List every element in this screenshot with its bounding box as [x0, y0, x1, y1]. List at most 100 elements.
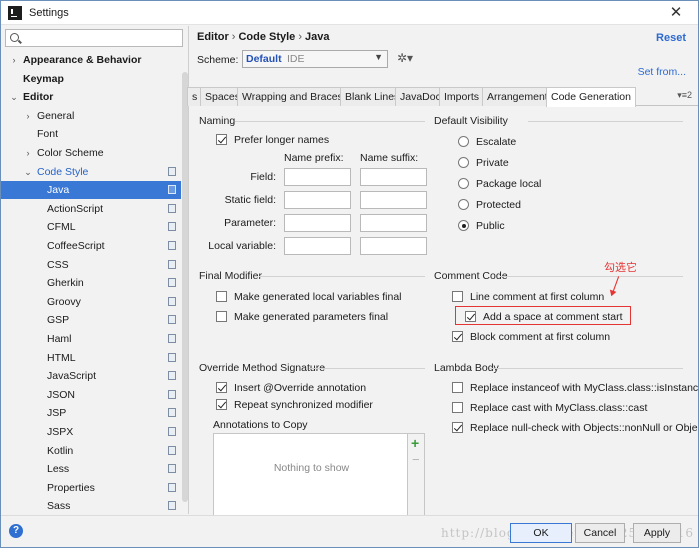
- set-from-link[interactable]: Set from...: [638, 66, 686, 78]
- sidebar-item-label: Editor: [23, 91, 54, 104]
- checkbox-box: [216, 382, 227, 393]
- ok-button[interactable]: OK: [510, 523, 572, 543]
- sidebar-item-jspx[interactable]: JSPX: [1, 423, 181, 441]
- search-input[interactable]: [24, 31, 180, 45]
- comment-code-section-title: Comment Code: [434, 270, 682, 282]
- tabs-overflow-icon[interactable]: ▾≡2: [677, 90, 692, 101]
- sidebar-item-html[interactable]: HTML: [1, 349, 181, 367]
- scheme-label: Scheme:: [197, 54, 239, 66]
- final-modifier-section-title: Final Modifier: [199, 270, 426, 282]
- sidebar-item-jsp[interactable]: JSP: [1, 404, 181, 422]
- sidebar-scrollbar[interactable]: [182, 72, 188, 502]
- sidebar-item-label: CoffeeScript: [47, 240, 105, 252]
- sidebar-item-groovy[interactable]: Groovy: [1, 293, 181, 311]
- chevron-right-icon[interactable]: ›: [23, 107, 33, 125]
- sidebar-item-label: ActionScript: [47, 202, 104, 215]
- naming-section-title: Naming: [199, 115, 427, 127]
- search-box[interactable]: [5, 29, 183, 47]
- reset-link[interactable]: Reset: [656, 32, 686, 44]
- field-prefix-input[interactable]: [284, 168, 351, 186]
- tab-imports[interactable]: Imports: [439, 87, 485, 106]
- chevron-right-icon[interactable]: ›: [23, 144, 33, 162]
- sidebar-item-label: Kotlin: [47, 444, 74, 457]
- sidebar-item-javascript[interactable]: JavaScript: [1, 367, 181, 385]
- apply-button[interactable]: Apply: [633, 523, 681, 543]
- breadcrumb: Editor › Code Style › Java: [197, 31, 329, 43]
- checkbox-box: [452, 382, 463, 393]
- close-icon[interactable]: ✕: [668, 3, 684, 21]
- sidebar-item-kotlin[interactable]: Kotlin: [1, 442, 181, 460]
- sidebar-item-cfml[interactable]: CFML: [1, 218, 181, 236]
- scheme-name: Default: [246, 53, 282, 65]
- tab-arrangement[interactable]: Arrangement: [482, 87, 553, 106]
- sidebar-item-sass[interactable]: Sass: [1, 497, 181, 515]
- annotations-list[interactable]: Nothing to show: [213, 433, 408, 518]
- annotations-toolbar: + −: [408, 433, 425, 518]
- parameter-prefix-input[interactable]: [284, 214, 351, 232]
- name-suffix-header: Name suffix:: [360, 152, 419, 164]
- cancel-button[interactable]: Cancel: [575, 523, 625, 543]
- checkbox-label: Insert @Override annotation: [234, 382, 367, 394]
- sidebar-item-appearance-behavior[interactable]: › Appearance & Behavior: [1, 51, 181, 69]
- chevron-down-icon[interactable]: ⌄: [9, 88, 19, 106]
- checkbox-box: [216, 134, 227, 145]
- project-copy-icon: [168, 313, 179, 325]
- intellij-logo-icon: [8, 6, 22, 20]
- sidebar-item-haml[interactable]: Haml: [1, 330, 181, 348]
- add-icon[interactable]: +: [411, 435, 419, 451]
- checkbox-box: [452, 291, 463, 302]
- sidebar-item-json[interactable]: JSON: [1, 386, 181, 404]
- sidebar-item-label: HTML: [47, 351, 76, 364]
- radio-label: Public: [476, 220, 505, 232]
- field-suffix-input[interactable]: [360, 168, 427, 186]
- project-copy-icon: [168, 201, 179, 213]
- tab-wrapping-and-braces[interactable]: Wrapping and Braces: [237, 87, 348, 106]
- breadcrumb-java: Java: [304, 31, 330, 43]
- main-panel: Editor › Code Style › Java Reset Scheme: Def…: [187, 26, 698, 518]
- sidebar-item-general[interactable]: › General: [1, 107, 181, 125]
- sidebar-item-label: Properties: [47, 481, 95, 494]
- sidebar-item-label: Font: [37, 128, 59, 141]
- sidebar-item-label: JSPX: [47, 426, 74, 438]
- sidebar-item-label: GSP: [47, 314, 70, 327]
- sidebar-item-coffeescript[interactable]: CoffeeScript: [1, 237, 181, 255]
- help-icon[interactable]: ?: [9, 524, 23, 538]
- tab-code-generation[interactable]: Code Generation: [546, 87, 636, 107]
- parameter-suffix-input[interactable]: [360, 214, 427, 232]
- scheme-select[interactable]: Default IDE ▼: [242, 50, 388, 68]
- chevron-right-icon[interactable]: ›: [9, 51, 19, 69]
- checkbox-label: Repeat synchronized modifier: [234, 399, 373, 411]
- sidebar-item-keymap[interactable]: Keymap: [1, 70, 181, 88]
- sidebar-item-color-scheme[interactable]: › Color Scheme: [1, 144, 181, 162]
- static-field-suffix-input[interactable]: [360, 191, 427, 209]
- sidebar-item-css[interactable]: CSS: [1, 256, 181, 274]
- sidebar-item-label: Less: [47, 463, 70, 476]
- tab-bar: ▾≡2 s Spaces Wrapping and Braces Blank Line…: [187, 86, 698, 107]
- sidebar-item-label: Appearance & Behavior: [23, 54, 142, 66]
- sidebar-item-less[interactable]: Less: [1, 460, 181, 478]
- local-variable-prefix-input[interactable]: [284, 237, 351, 255]
- chevron-down-icon[interactable]: ⌄: [23, 163, 33, 181]
- project-copy-icon: [168, 425, 179, 436]
- sidebar-item-label: General: [37, 109, 75, 122]
- static-field-prefix-input[interactable]: [284, 191, 351, 209]
- sidebar-item-gherkin[interactable]: Gherkin: [1, 274, 181, 292]
- gear-icon[interactable]: ✲▾: [397, 51, 413, 65]
- sidebar-item-editor[interactable]: ⌄ Editor: [1, 88, 181, 106]
- project-copy-icon: [168, 164, 179, 176]
- sidebar-item-java[interactable]: Java: [1, 181, 181, 200]
- settings-window: Settings ✕ › Appearance & Behavior Keymap ⌄…: [0, 0, 699, 548]
- project-copy-icon: [168, 276, 179, 288]
- sidebar-item-actionscript[interactable]: ActionScript: [1, 200, 181, 218]
- sidebar-item-label: Code Style: [37, 165, 89, 178]
- project-copy-icon: [168, 220, 179, 232]
- project-copy-icon: [168, 332, 179, 343]
- sidebar-item-label: JSP: [47, 407, 67, 420]
- sidebar-item-font[interactable]: Font: [1, 125, 181, 143]
- checkbox-label: Prefer longer names: [234, 134, 330, 146]
- sidebar-item-code-style[interactable]: ⌄ Code Style: [1, 163, 181, 181]
- remove-icon[interactable]: −: [412, 452, 420, 467]
- local-variable-suffix-input[interactable]: [360, 237, 427, 255]
- sidebar-item-gsp[interactable]: GSP: [1, 311, 181, 329]
- sidebar-item-properties[interactable]: Properties: [1, 479, 181, 497]
